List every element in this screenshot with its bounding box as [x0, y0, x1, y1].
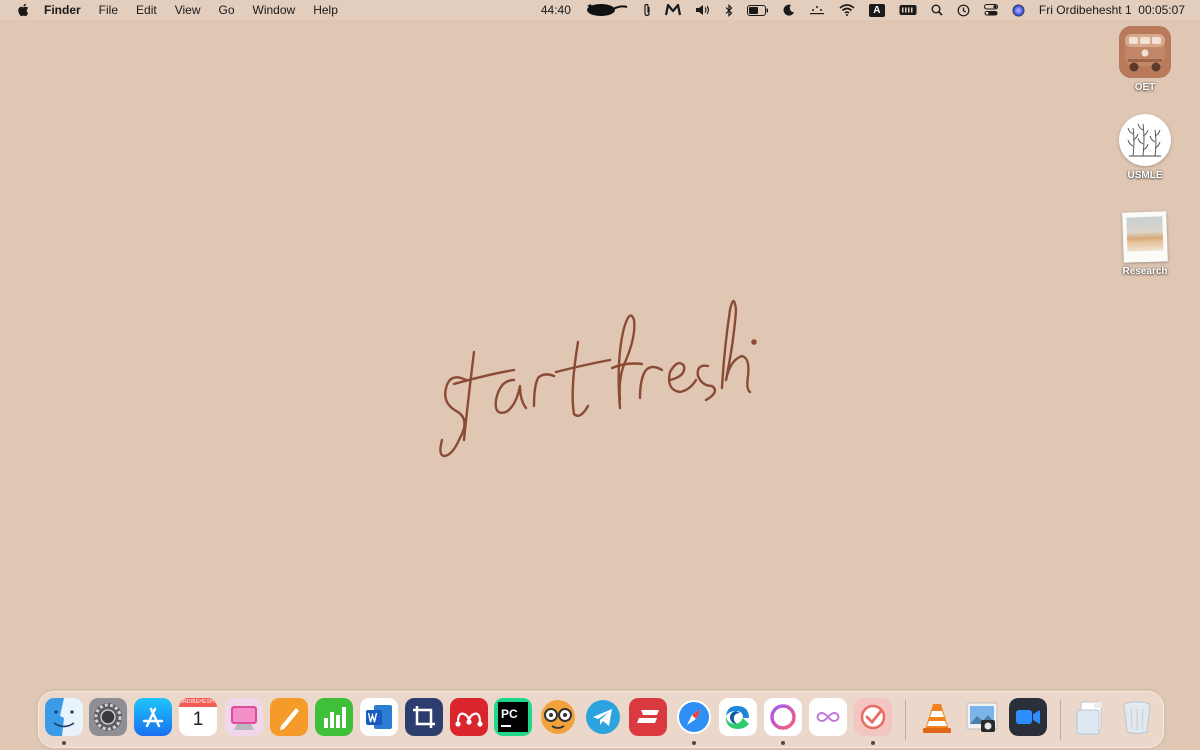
finder-icon: [45, 698, 83, 736]
preview-icon: [966, 702, 998, 732]
dock-finder[interactable]: [45, 698, 83, 736]
search-icon[interactable]: [924, 4, 950, 16]
dock-zoom[interactable]: [1009, 698, 1047, 736]
dock-separator: [905, 700, 906, 740]
cleanmymac-icon: [225, 698, 263, 736]
dock-pages[interactable]: [270, 698, 308, 736]
menubar-datetime[interactable]: Fri Ordibehesht 1 00:05:07: [1032, 0, 1192, 20]
desktop-label-usmle: USMLE: [1127, 170, 1163, 181]
checkmark-icon: [854, 698, 892, 736]
mendeley-icon: [450, 698, 488, 736]
menu-help[interactable]: Help: [304, 0, 347, 20]
time-machine-icon[interactable]: [950, 4, 977, 17]
control-center-icon[interactable]: [977, 4, 1005, 16]
app-store-icon: [134, 698, 172, 736]
start-fresh-script: [439, 299, 757, 458]
dock-screenshot[interactable]: [405, 698, 443, 736]
dock: ORDIBEHESHT 1 PC: [38, 691, 1164, 748]
dock-tasks[interactable]: [854, 698, 892, 736]
wifi-icon[interactable]: [832, 4, 862, 16]
paperclip-icon[interactable]: [636, 3, 658, 17]
apple-icon[interactable]: [16, 3, 30, 17]
dock-expressvpn[interactable]: [629, 698, 667, 736]
telegram-icon: [586, 700, 620, 734]
menu-go[interactable]: Go: [210, 0, 244, 20]
gear-icon: [89, 698, 127, 736]
running-indicator: [871, 741, 875, 745]
dock-infinity-app[interactable]: [809, 698, 847, 736]
input-source-letter: A: [868, 3, 885, 17]
expressvpn-icon: [629, 698, 667, 736]
polaroid-photo-icon: [1122, 211, 1168, 263]
dock-edge[interactable]: [719, 698, 757, 736]
plant-circle-icon: [1119, 114, 1171, 166]
downloads-folder-icon: [1076, 701, 1102, 735]
menu-file[interactable]: File: [90, 0, 127, 20]
zoom-camera-icon: [1009, 698, 1047, 736]
m-logo-icon[interactable]: [658, 4, 688, 16]
dock-telegram[interactable]: [584, 698, 622, 736]
svg-text:PC: PC: [501, 707, 518, 721]
dock-word[interactable]: [360, 698, 398, 736]
calendar-icon-day: 1: [192, 709, 204, 730]
numbers-icon: [315, 698, 353, 736]
wallpaper-handwriting: [430, 280, 770, 470]
pages-icon: [270, 698, 308, 736]
calendar-icon-month: ORDIBEHESHT: [179, 698, 217, 707]
infinity-icon: [809, 698, 847, 736]
menu-view[interactable]: View: [166, 0, 210, 20]
vlc-cone-icon: [923, 704, 951, 733]
dock-circle-app[interactable]: [764, 698, 802, 736]
dock-preview[interactable]: [963, 698, 1001, 736]
dock-downloads[interactable]: [1072, 698, 1110, 736]
compass-icon: [677, 700, 711, 734]
menu-app-name[interactable]: Finder: [44, 0, 90, 20]
dock-safari[interactable]: [675, 698, 713, 736]
running-indicator: [692, 741, 696, 745]
van-folder-icon: [1119, 26, 1171, 78]
dock-calendar[interactable]: ORDIBEHESHT 1: [179, 698, 217, 736]
battery-icon[interactable]: [740, 4, 776, 16]
menu-bar: Finder File Edit View Go Window Help 44:…: [0, 0, 1200, 20]
edge-icon: [719, 698, 757, 736]
status-time-counter[interactable]: 44:40: [534, 0, 578, 20]
moon-icon[interactable]: [776, 4, 802, 16]
redacted-cat-icon[interactable]: [578, 3, 636, 17]
crop-icon: [405, 698, 443, 736]
desktop-label-oet: OET: [1134, 82, 1156, 93]
menu-dots-icon[interactable]: [802, 5, 832, 15]
bluetooth-icon[interactable]: [718, 3, 740, 17]
desktop-label-research: Research: [1122, 266, 1168, 277]
dock-gibbon[interactable]: [539, 698, 577, 736]
dock-vlc[interactable]: [918, 698, 956, 736]
pycharm-icon: PC: [494, 698, 532, 736]
dock-system-preferences[interactable]: [89, 698, 127, 736]
desktop-folder-usmle[interactable]: USMLE: [1109, 114, 1181, 181]
desktop-folder-research[interactable]: Research: [1109, 211, 1181, 277]
dock-trash[interactable]: [1118, 698, 1156, 736]
input-source-icon[interactable]: A: [862, 3, 892, 17]
dock-separator: [1060, 700, 1061, 740]
dock-cleanmymac[interactable]: [225, 698, 263, 736]
keyboard-icon[interactable]: [892, 4, 924, 16]
menu-window[interactable]: Window: [244, 0, 305, 20]
menu-edit[interactable]: Edit: [127, 0, 166, 20]
running-indicator: [62, 741, 66, 745]
dock-numbers[interactable]: [315, 698, 353, 736]
running-indicator: [781, 741, 785, 745]
ring-icon: [764, 698, 802, 736]
dock-mendeley[interactable]: [450, 698, 488, 736]
glasses-face-icon: [541, 700, 575, 734]
polaroid-photo: [1126, 216, 1164, 252]
volume-icon[interactable]: [688, 4, 718, 16]
word-icon: [360, 698, 398, 736]
dock-app-store[interactable]: [134, 698, 172, 736]
siri-icon[interactable]: [1005, 4, 1032, 17]
desktop-folder-oet[interactable]: OET: [1109, 26, 1181, 93]
dock-pycharm[interactable]: PC: [494, 698, 532, 736]
trash-icon: [1123, 701, 1151, 734]
